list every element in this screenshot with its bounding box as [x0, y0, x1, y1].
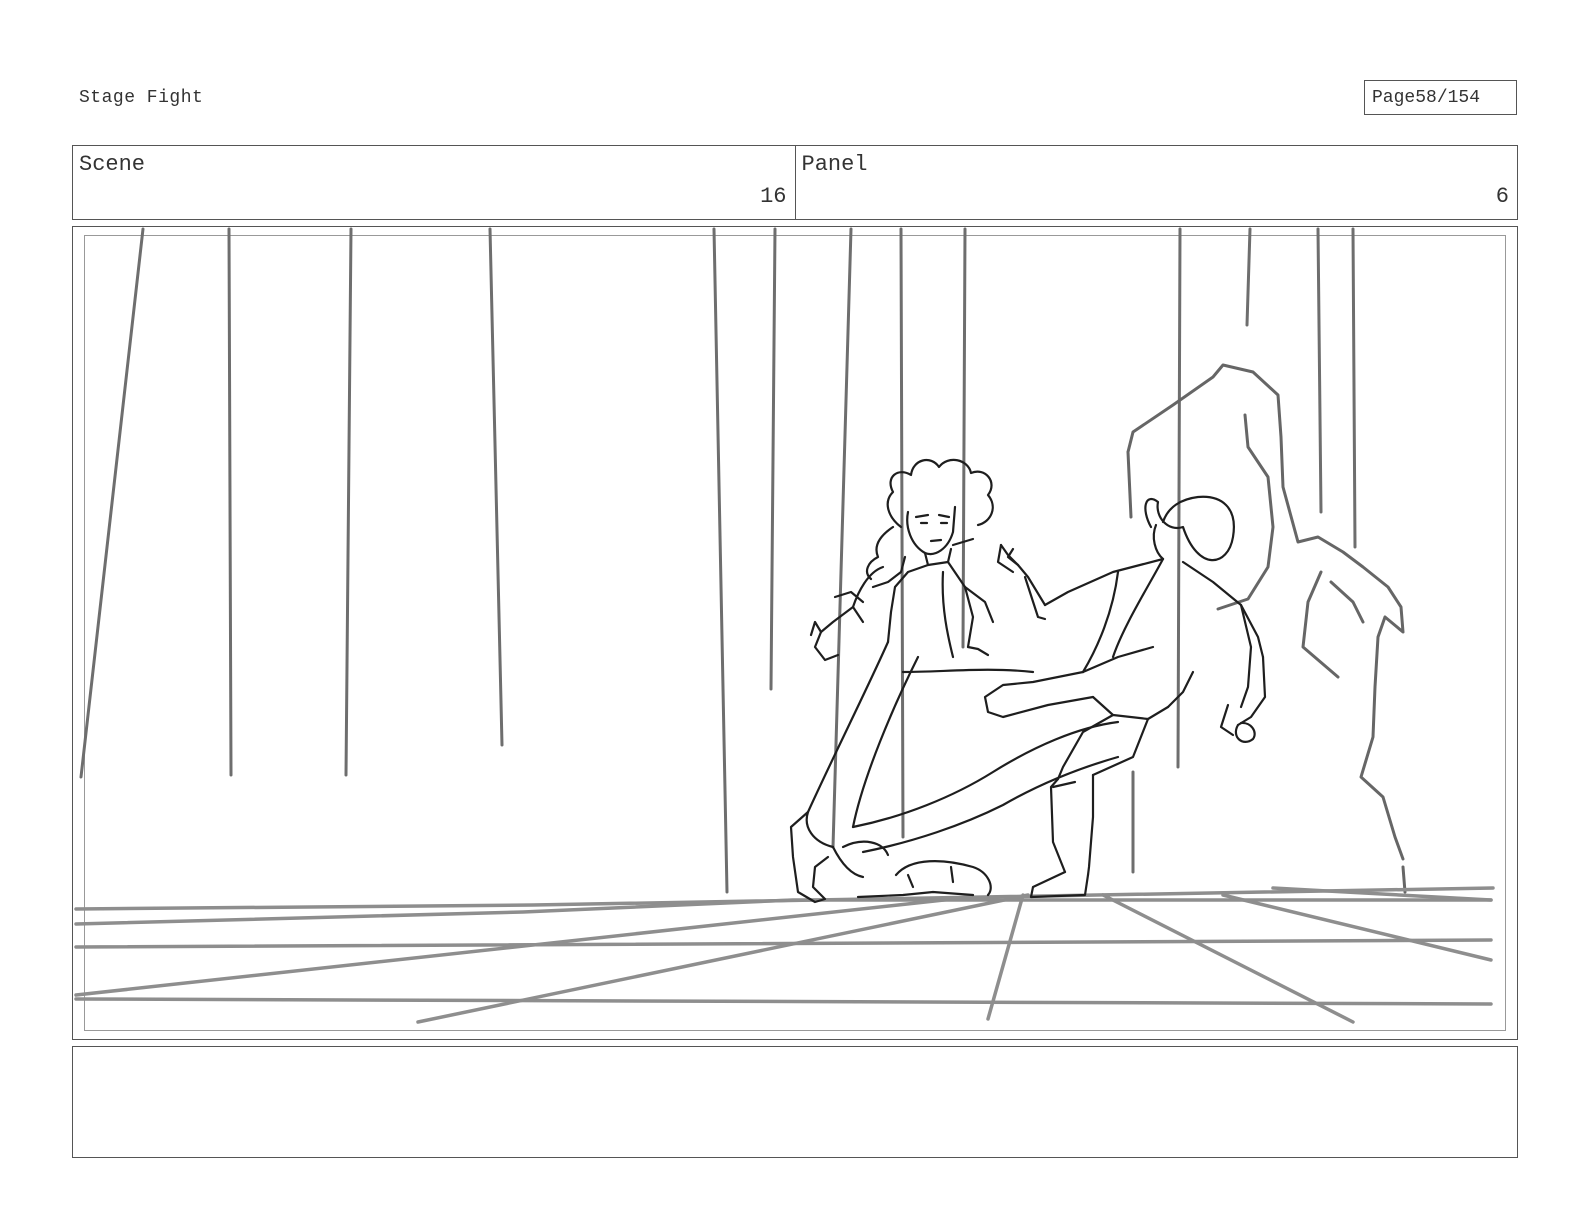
- page-indicator: Page 58/154: [1364, 80, 1517, 115]
- storyboard-sketch: [74, 227, 1495, 1024]
- panel-cell: Panel 6: [794, 146, 1518, 219]
- scene-label: Scene: [79, 152, 146, 177]
- scene-panel-info-row: Scene 16 Panel 6: [72, 145, 1518, 220]
- figure-man: [851, 495, 1267, 899]
- page-number: 58/154: [1415, 87, 1481, 108]
- panel-notes-box: [72, 1046, 1518, 1158]
- stage-rock: [1126, 363, 1407, 894]
- curtain-lines: [79, 227, 1357, 894]
- scene-cell: Scene 16: [73, 146, 795, 219]
- stage-floor-grid: [74, 886, 1495, 1024]
- page-label: Page: [1372, 87, 1416, 108]
- scene-number: 16: [760, 184, 787, 209]
- project-title: Stage Fight: [79, 88, 204, 108]
- panel-label: Panel: [801, 152, 868, 177]
- panel-number: 6: [1495, 184, 1509, 209]
